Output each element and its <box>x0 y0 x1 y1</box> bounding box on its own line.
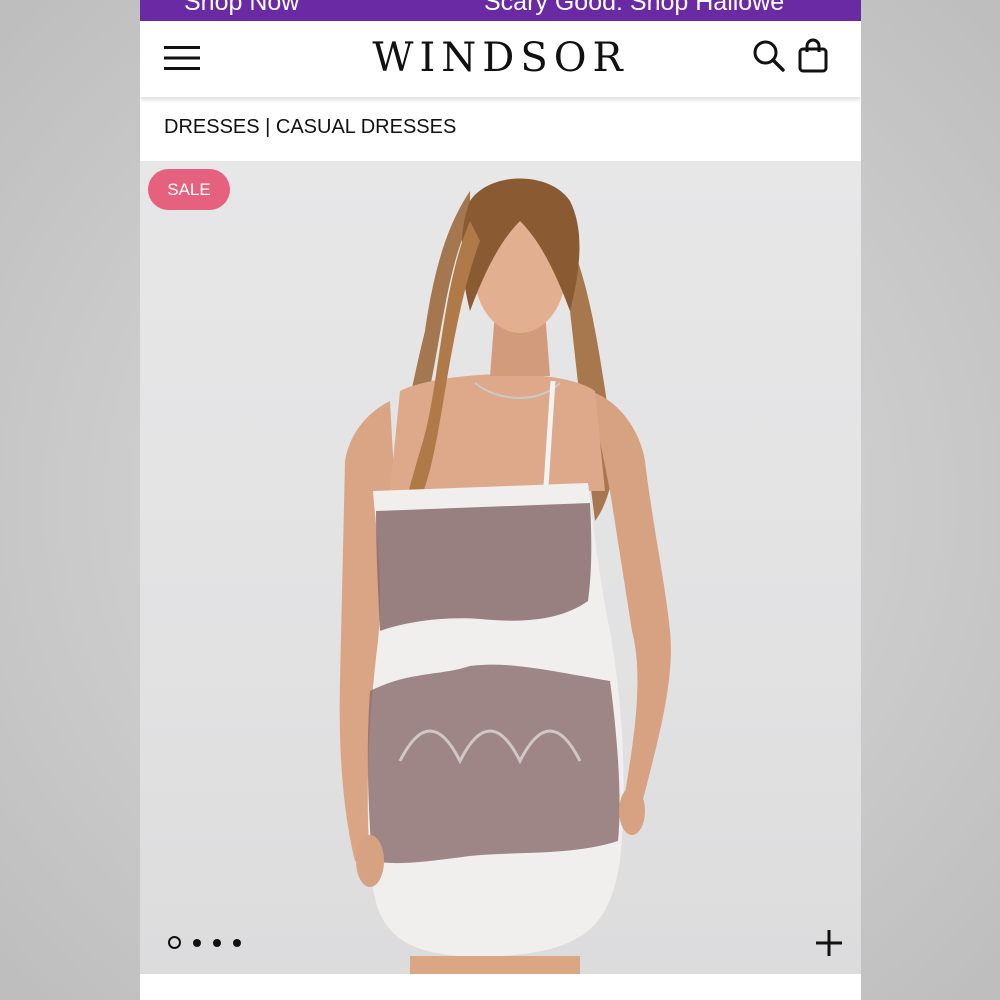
shopping-bag-icon[interactable] <box>797 38 829 74</box>
carousel-dots[interactable] <box>168 936 241 949</box>
product-photo[interactable] <box>140 161 861 974</box>
carousel-dot-1[interactable] <box>168 936 181 949</box>
phone-screen: Shop Now Scary Good: Shop Hallowe WINDSO… <box>140 0 861 1000</box>
site-header: WINDSOR <box>140 21 861 97</box>
product-image-area[interactable]: SALE <box>140 161 861 974</box>
promo-banner[interactable]: Shop Now Scary Good: Shop Hallowe <box>140 0 861 21</box>
carousel-dot-2[interactable] <box>193 938 201 947</box>
promo-right-text[interactable]: Scary Good: Shop Hallowe <box>484 0 784 17</box>
promo-left-text[interactable]: Shop Now <box>184 0 299 17</box>
breadcrumb[interactable]: DRESSES | CASUAL DRESSES <box>164 116 456 139</box>
plus-icon[interactable] <box>814 928 844 958</box>
carousel-dot-3[interactable] <box>213 938 221 947</box>
sale-badge: SALE <box>148 169 230 210</box>
search-icon[interactable] <box>752 39 786 73</box>
carousel-dot-4[interactable] <box>233 938 241 947</box>
